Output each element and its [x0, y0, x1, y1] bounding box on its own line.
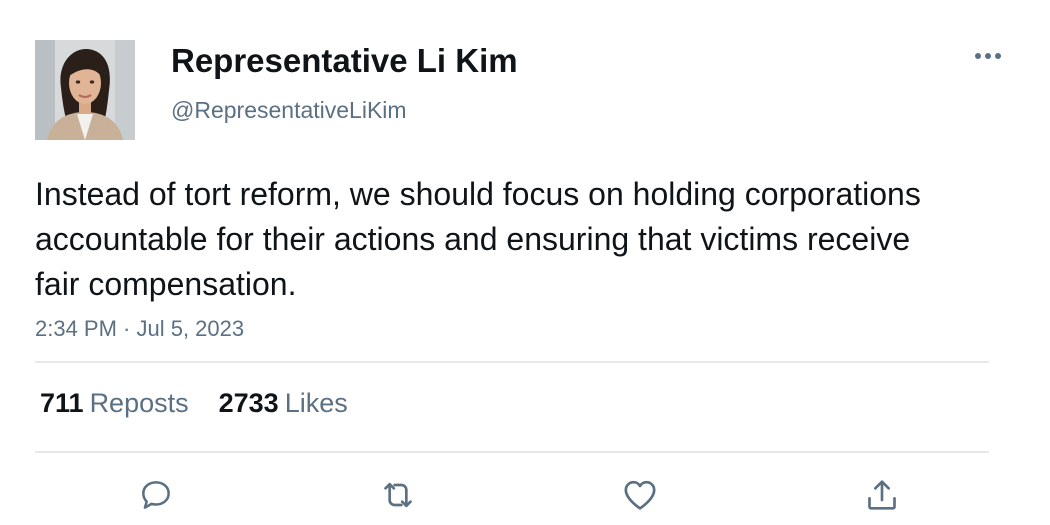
- user-handle[interactable]: @RepresentativeLiKim: [171, 97, 407, 124]
- divider: [35, 361, 989, 363]
- tweet-text: Instead of tort reform, we should focus …: [35, 176, 921, 302]
- reply-icon: [142, 481, 170, 509]
- share-button[interactable]: [860, 473, 904, 517]
- reposts-label: Reposts: [89, 388, 189, 418]
- reposts-count: 711: [40, 388, 84, 418]
- tweet-timestamp[interactable]: 2:34 PM · Jul 5, 2023: [35, 316, 244, 342]
- display-name[interactable]: Representative Li Kim: [171, 42, 518, 80]
- engagement-stats: 711 Reposts 2733 Likes: [40, 388, 348, 419]
- avatar[interactable]: [35, 40, 135, 140]
- reply-button[interactable]: [134, 473, 178, 517]
- more-options-button[interactable]: [968, 42, 1008, 70]
- heart-icon: [624, 480, 656, 510]
- repost-icon: [384, 482, 412, 508]
- divider: [35, 451, 989, 453]
- likes-count: 2733: [218, 388, 279, 418]
- like-button[interactable]: [618, 473, 662, 517]
- avatar-image: [35, 40, 135, 140]
- share-icon: [868, 480, 896, 510]
- reposts-stat[interactable]: 711 Reposts: [40, 388, 189, 419]
- likes-label: Likes: [284, 388, 348, 418]
- likes-stat[interactable]: 2733 Likes: [219, 388, 348, 419]
- repost-button[interactable]: [376, 473, 420, 517]
- more-horizontal-icon: [975, 53, 1001, 59]
